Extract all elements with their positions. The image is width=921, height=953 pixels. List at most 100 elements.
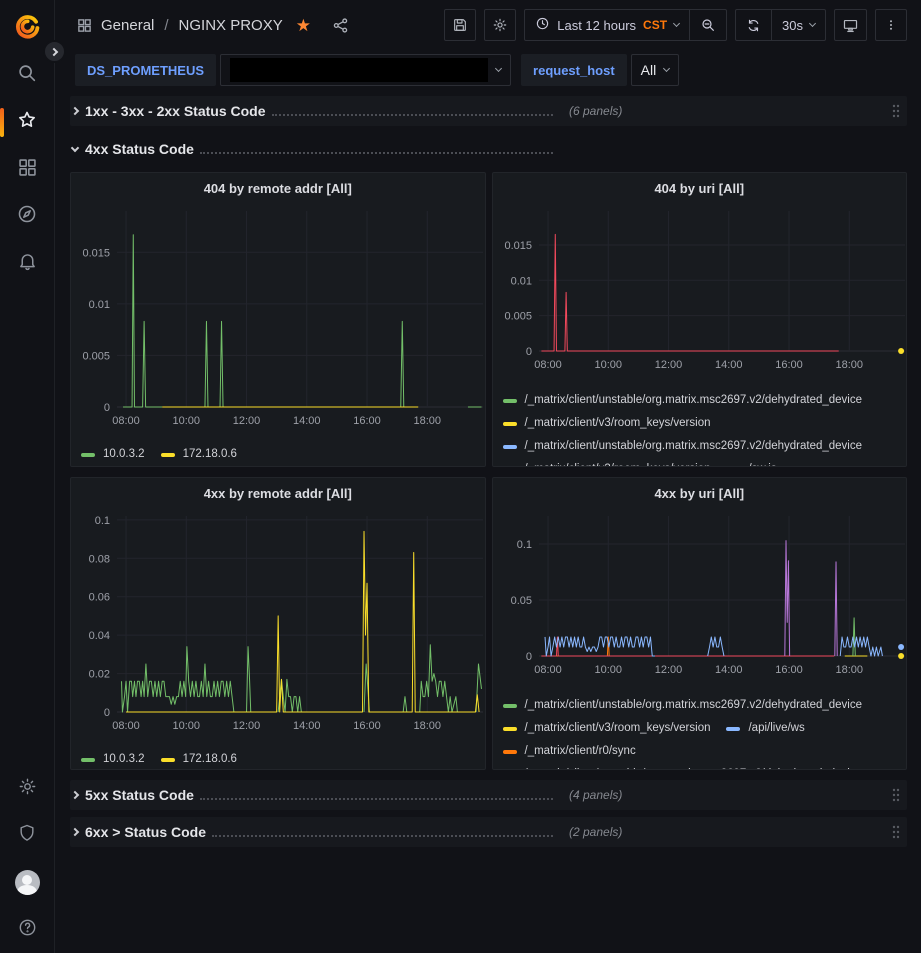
time-picker-group: Last 12 hours CST <box>524 9 727 41</box>
time-series-chart: 00.0050.010.01508:0010:0012:0014:0016:00… <box>71 203 485 436</box>
svg-text:0: 0 <box>525 346 531 358</box>
row-dotted-leader <box>212 835 553 837</box>
legend-item[interactable]: 10.0.3.2 <box>81 443 145 466</box>
legend-item[interactable]: /_matrix/client/v3/room_keys/version <box>503 412 711 435</box>
legend-item[interactable]: /sw.js <box>726 458 776 467</box>
panel-grid-row2: 4xx by remote addr [All] 00.020.040.060.… <box>70 477 907 770</box>
compass-icon <box>16 203 38 230</box>
row-panel-count: (6 panels) <box>569 104 622 118</box>
legend-item[interactable]: /_matrix/client/v3/room_keys/version <box>503 458 711 467</box>
chevron-down-icon <box>663 65 670 72</box>
sidebar <box>0 0 55 953</box>
svg-text:16:00: 16:00 <box>775 664 803 676</box>
legend-swatch <box>503 750 517 754</box>
dashboard-settings-button[interactable] <box>484 9 516 41</box>
legend-item[interactable]: 172.18.0.6 <box>161 443 237 466</box>
dashboard-canvas: 1xx - 3xx - 2xx Status Code (6 panels) 4… <box>55 90 921 847</box>
chevron-right-icon <box>71 828 79 836</box>
chart-legend: /_matrix/client/unstable/org.matrix.msc2… <box>493 389 907 467</box>
chevron-down-icon <box>673 20 680 27</box>
svg-text:14:00: 14:00 <box>715 664 743 676</box>
row-drag-handle[interactable] <box>891 103 901 119</box>
row-drag-handle[interactable] <box>891 824 901 840</box>
legend-label: /_matrix/client/v3/room_keys/version <box>525 412 711 435</box>
panel-title[interactable]: 4xx by uri [All] <box>493 478 907 508</box>
panel-404-by-remote-addr: 404 by remote addr [All] 00.0050.010.015… <box>70 172 486 467</box>
more-options-button[interactable] <box>875 9 907 41</box>
legend-label: /api/live/ws <box>748 717 804 740</box>
time-range-picker[interactable]: Last 12 hours CST <box>525 10 689 40</box>
legend-label: /_matrix/client/v3/room_keys/version <box>525 458 711 467</box>
clock-icon <box>535 16 550 34</box>
row-drag-handle[interactable] <box>891 787 901 803</box>
chart-legend: 10.0.3.2 172.18.0.6 <box>71 443 485 466</box>
cycle-view-mode-button[interactable] <box>834 9 867 41</box>
sidebar-item-alerting[interactable] <box>0 240 54 287</box>
row-header-1xx-3xx-2xx[interactable]: 1xx - 3xx - 2xx Status Code (6 panels) <box>70 96 907 126</box>
svg-text:18:00: 18:00 <box>835 359 863 371</box>
row-panel-count: (4 panels) <box>569 788 622 802</box>
panel-title[interactable]: 404 by remote addr [All] <box>71 173 485 203</box>
panel-title[interactable]: 404 by uri [All] <box>493 173 907 203</box>
refresh-interval-picker[interactable]: 30s <box>771 10 825 40</box>
sidebar-item-server-admin[interactable] <box>0 812 54 859</box>
sidebar-item-starred[interactable] <box>0 99 54 146</box>
svg-text:0.06: 0.06 <box>89 592 110 604</box>
sidebar-item-dashboards[interactable] <box>0 146 54 193</box>
svg-text:12:00: 12:00 <box>233 720 261 732</box>
chevron-right-icon <box>71 791 79 799</box>
legend-swatch <box>81 453 95 457</box>
panel-404-by-uri: 404 by uri [All] 00.0050.010.01508:0010:… <box>492 172 908 467</box>
svg-text:14:00: 14:00 <box>293 720 321 732</box>
svg-text:14:00: 14:00 <box>293 415 321 427</box>
svg-text:10:00: 10:00 <box>173 720 201 732</box>
variable-label-request-host[interactable]: request_host <box>521 54 627 86</box>
legend-item[interactable]: /_matrix/client/unstable/org.matrix.msc2… <box>503 763 863 770</box>
row-header-5xx[interactable]: 5xx Status Code (4 panels) <box>70 780 907 810</box>
chevron-down-icon <box>71 143 79 151</box>
variable-value-ds-prometheus[interactable] <box>220 54 511 86</box>
variable-value-request-host[interactable]: All <box>631 54 680 86</box>
svg-text:0.1: 0.1 <box>516 539 531 551</box>
chart-legend: /_matrix/client/unstable/org.matrix.msc2… <box>493 694 907 770</box>
row-dotted-leader <box>200 152 553 154</box>
variables-bar: DS_PROMETHEUS request_host All <box>55 50 921 90</box>
legend-item[interactable]: /api/live/ws <box>726 717 804 740</box>
sidebar-item-explore[interactable] <box>0 193 54 240</box>
legend-item[interactable]: /_matrix/client/r0/sync <box>503 740 636 763</box>
panel-4xx-by-remote-addr: 4xx by remote addr [All] 00.020.040.060.… <box>70 477 486 770</box>
chevron-right-icon <box>49 47 57 55</box>
share-icon[interactable] <box>332 17 349 34</box>
row-header-6xx[interactable]: 6xx > Status Code (2 panels) <box>70 817 907 847</box>
sidebar-item-configuration[interactable] <box>0 765 54 812</box>
breadcrumb-dashboard-title[interactable]: NGINX PROXY <box>179 17 283 34</box>
favorite-star-icon[interactable]: ★ <box>296 17 311 34</box>
svg-text:16:00: 16:00 <box>353 720 381 732</box>
legend-item[interactable]: /_matrix/client/unstable/org.matrix.msc2… <box>503 435 863 458</box>
refresh-interval-value: 30s <box>782 18 803 33</box>
sidebar-spacer <box>0 287 54 765</box>
redacted-value <box>230 58 488 82</box>
legend-item[interactable]: 172.18.0.6 <box>161 748 237 770</box>
refresh-button[interactable] <box>736 10 771 40</box>
time-series-chart: 00.050.108:0010:0012:0014:0016:0018:00 <box>493 508 907 685</box>
save-dashboard-button[interactable] <box>444 9 476 41</box>
legend-item[interactable]: /_matrix/client/v3/room_keys/version <box>503 717 711 740</box>
legend-item[interactable]: /_matrix/client/unstable/org.matrix.msc2… <box>503 694 863 717</box>
legend-label: /_matrix/client/unstable/org.matrix.msc2… <box>525 763 863 770</box>
svg-text:0: 0 <box>525 651 531 663</box>
variable-label-ds-prometheus[interactable]: DS_PROMETHEUS <box>75 54 216 86</box>
sidebar-item-profile[interactable] <box>0 859 54 906</box>
legend-item[interactable]: 10.0.3.2 <box>81 748 145 770</box>
sidebar-item-help[interactable] <box>0 906 54 953</box>
variable-selected-value: All <box>641 62 657 78</box>
apps-grid-icon[interactable] <box>77 18 92 33</box>
row-header-4xx[interactable]: 4xx Status Code <box>70 134 907 164</box>
zoom-out-button[interactable] <box>689 10 726 40</box>
panel-title[interactable]: 4xx by remote addr [All] <box>71 478 485 508</box>
breadcrumb-folder[interactable]: General <box>101 17 154 34</box>
sidebar-expand-button[interactable] <box>43 40 66 63</box>
svg-text:0.01: 0.01 <box>89 299 110 311</box>
legend-swatch <box>503 399 517 403</box>
legend-item[interactable]: /_matrix/client/unstable/org.matrix.msc2… <box>503 389 863 412</box>
